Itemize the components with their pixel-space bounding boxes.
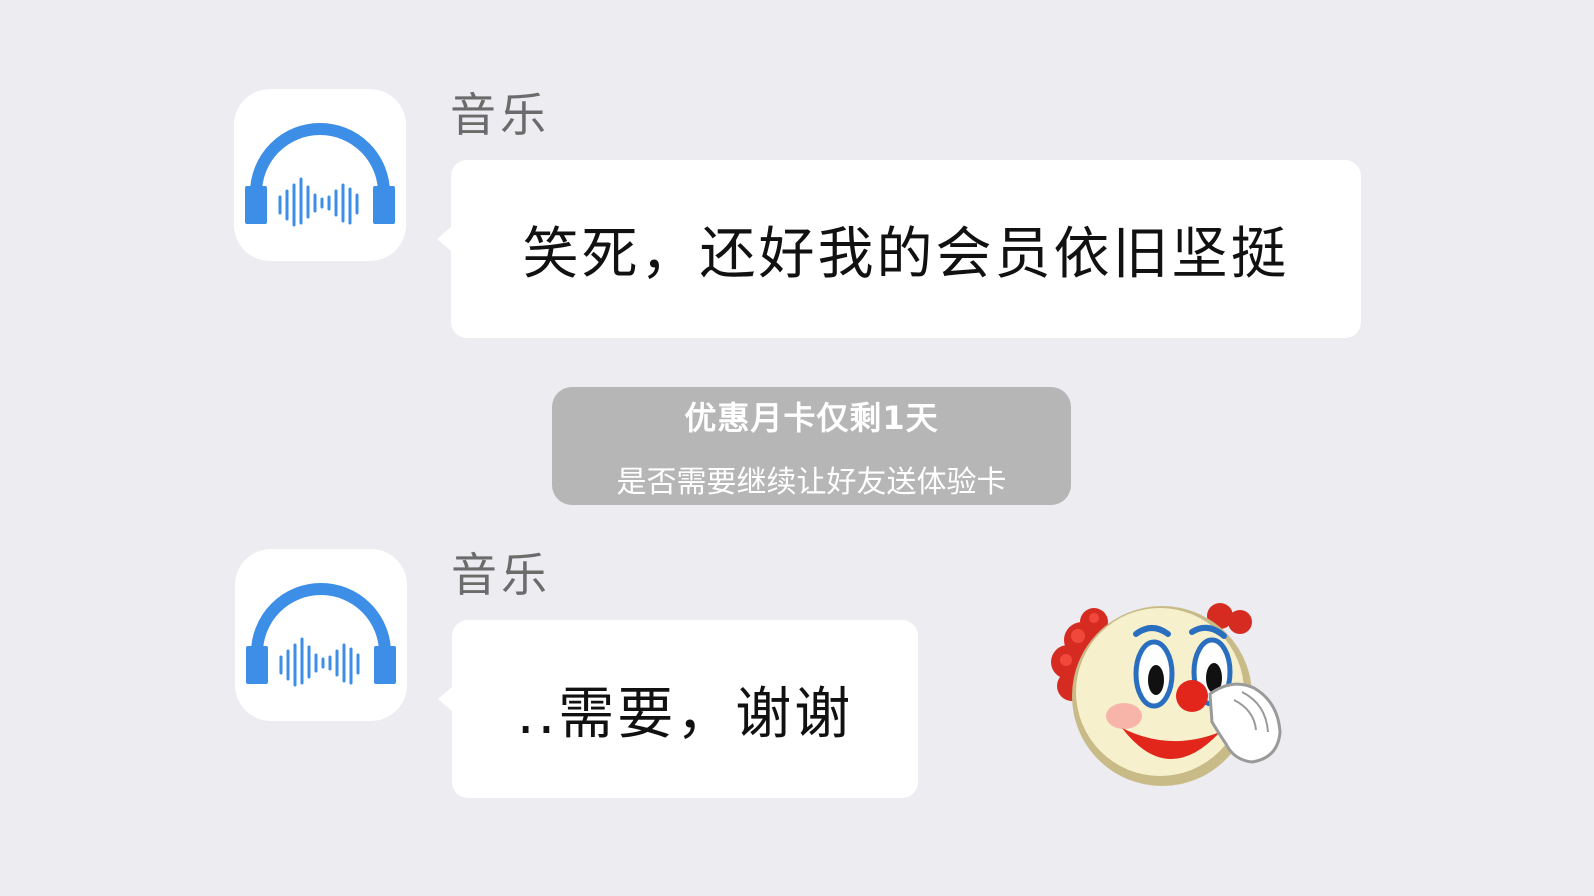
avatar-music-1[interactable] [234,89,406,261]
headphones-icon [245,123,395,227]
sender-name: 音乐 [450,88,550,142]
message-text: 笑死，还好我的会员依旧坚挺 [522,221,1290,287]
message-bubble[interactable]: ..需要，谢谢 [438,620,918,798]
avatar-music-2[interactable] [235,549,407,721]
notice-title: 优惠月卡仅剩1天 [684,399,939,437]
notice-subtitle: 是否需要继续让好友送体验卡 [616,465,1007,500]
clown-face-icon[interactable] [1042,592,1302,802]
headphones-icon [246,583,396,687]
message-text: ..需要，谢谢 [516,681,854,747]
sender-name: 音乐 [451,548,551,602]
message-bubble[interactable]: 笑死，还好我的会员依旧坚挺 [437,160,1361,338]
system-notice[interactable]: 优惠月卡仅剩1天 是否需要继续让好友送体验卡 [552,387,1071,505]
